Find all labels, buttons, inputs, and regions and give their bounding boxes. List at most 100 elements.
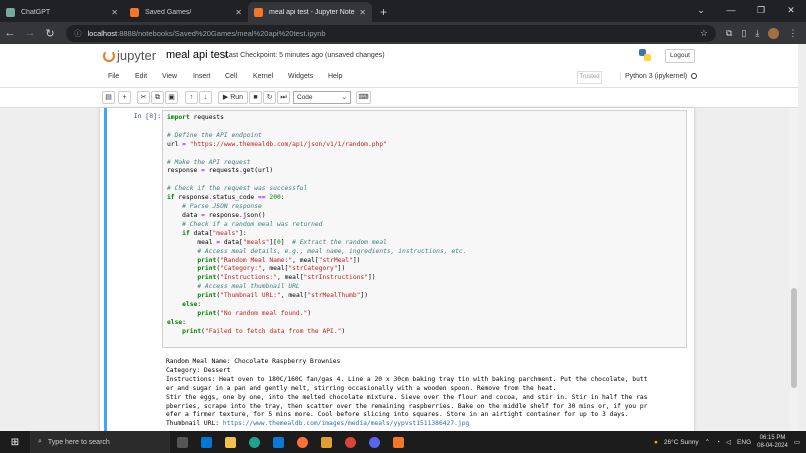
jupyter-page: jupyter meal api test Last Checkpoint: 5… bbox=[0, 44, 806, 431]
chatgpt-favicon-icon bbox=[6, 7, 15, 17]
close-window-icon[interactable]: ✕ bbox=[776, 5, 806, 16]
run-button[interactable]: ▶ Run bbox=[218, 91, 248, 104]
output-line: er and sugar in a pan and gently melt, s… bbox=[166, 384, 557, 392]
python-logo-icon bbox=[639, 49, 651, 61]
menu-cell[interactable]: Cell bbox=[225, 73, 237, 80]
network-icon[interactable]: ◔ bbox=[716, 439, 720, 446]
cell-output: Random Meal Name: Chocolate Raspberry Br… bbox=[162, 356, 687, 431]
downloads-icon[interactable]: ⤓ bbox=[755, 28, 759, 39]
taskbar-search[interactable]: ⌕ Type here to search bbox=[30, 431, 170, 453]
reload-icon[interactable]: ↻ bbox=[40, 27, 60, 40]
command-palette-button[interactable]: ⌨ bbox=[356, 91, 371, 104]
restart-run-all-button[interactable]: ⏭ bbox=[277, 91, 290, 104]
discord-icon[interactable] bbox=[362, 431, 386, 453]
clock[interactable]: 06:15 PM 08-04-2024 bbox=[757, 434, 788, 450]
browser-tab-chatgpt[interactable]: ChatGPT ✕ bbox=[0, 2, 124, 22]
page-scrollbar[interactable] bbox=[790, 108, 798, 431]
url-field[interactable]: ⓘ localhost:8888/notebooks/Saved%20Games… bbox=[66, 24, 716, 42]
minimize-icon[interactable]: — bbox=[716, 5, 746, 15]
code-editor[interactable]: import requests # Define the API endpoin… bbox=[162, 110, 687, 348]
paste-button[interactable]: ▣ bbox=[165, 91, 178, 104]
app-icon[interactable] bbox=[314, 431, 338, 453]
back-icon[interactable]: ← bbox=[0, 27, 20, 39]
tab-title: Saved Games/ bbox=[145, 8, 192, 16]
tab-title: ChatGPT bbox=[21, 8, 51, 16]
trusted-badge[interactable]: Trusted bbox=[577, 71, 602, 84]
browser-tab-strip: ChatGPT ✕ Saved Games/ ✕ meal api test -… bbox=[0, 0, 806, 22]
menu-bar: File Edit View Insert Cell Kernel Widget… bbox=[0, 68, 798, 88]
kernel-indicator: Python 3 (ipykernel) bbox=[620, 73, 698, 80]
volume-icon[interactable]: ◁ bbox=[726, 438, 731, 446]
move-down-button[interactable]: ↓ bbox=[199, 91, 212, 104]
system-tray: ● 26°C Sunny ⌃ ◔ ◁ ENG 06:15 PM 08-04-20… bbox=[654, 431, 806, 453]
move-up-button[interactable]: ↑ bbox=[185, 91, 198, 104]
address-bar-row: ← → ↻ ⓘ localhost:8888/notebooks/Saved%2… bbox=[0, 22, 806, 44]
output-line: efer a firmer texture, for 5 mins more. … bbox=[166, 411, 629, 419]
browser-tab-meal-api-test[interactable]: meal api test - Jupyter Notebo ✕ bbox=[248, 2, 372, 22]
jupyter-app-icon[interactable] bbox=[386, 431, 410, 453]
firefox-icon[interactable] bbox=[290, 431, 314, 453]
jupyter-favicon-icon bbox=[254, 7, 263, 17]
menu-help[interactable]: Help bbox=[328, 73, 342, 80]
jupyter-logo-icon bbox=[103, 49, 115, 62]
notifications-icon[interactable]: ▭ bbox=[794, 438, 800, 446]
jupyter-favicon-icon bbox=[130, 7, 139, 17]
menu-insert[interactable]: Insert bbox=[193, 73, 211, 80]
menu-edit[interactable]: Edit bbox=[135, 73, 147, 80]
site-info-icon[interactable]: ⓘ bbox=[74, 28, 82, 39]
output-line: Stir the eggs, one by one, into the melt… bbox=[166, 393, 648, 401]
task-view-icon[interactable] bbox=[170, 431, 194, 453]
menu-view[interactable]: View bbox=[162, 73, 177, 80]
restart-button[interactable]: ↻ bbox=[263, 91, 276, 104]
interrupt-button[interactable]: ■ bbox=[249, 91, 262, 104]
output-line: Category: Dessert bbox=[166, 366, 231, 374]
sidebar-icon[interactable]: ▯ bbox=[741, 28, 746, 39]
browser-tab-saved-games[interactable]: Saved Games/ ✕ bbox=[124, 2, 248, 22]
save-button[interactable]: ▤ bbox=[102, 91, 115, 104]
output-line: Thumbnail URL: https://www.themealdb.com… bbox=[166, 420, 470, 428]
profile-avatar[interactable] bbox=[768, 27, 780, 39]
cell-prompt: In [8]: bbox=[133, 113, 161, 120]
new-tab-button[interactable]: + bbox=[372, 5, 395, 22]
tray-chevron-icon[interactable]: ⌃ bbox=[705, 438, 710, 446]
cell-type-select[interactable]: Code ⌄ bbox=[293, 91, 351, 104]
extensions-icon[interactable]: ⧉ bbox=[726, 28, 732, 39]
edge-icon[interactable] bbox=[242, 431, 266, 453]
browser-toolbar-icons: ⧉ ▯ ⤓ ⋮ bbox=[726, 27, 797, 39]
menu-file[interactable]: File bbox=[108, 73, 119, 80]
copy-button[interactable]: ⧉ bbox=[151, 91, 164, 104]
chrome-icon[interactable] bbox=[338, 431, 362, 453]
maximize-icon[interactable]: ❐ bbox=[746, 5, 776, 16]
scrollbar-thumb[interactable] bbox=[791, 288, 797, 388]
vscode-icon[interactable] bbox=[266, 431, 290, 453]
cut-button[interactable]: ✂ bbox=[137, 91, 150, 104]
forward-icon[interactable]: → bbox=[20, 27, 40, 39]
menu-kernel[interactable]: Kernel bbox=[253, 73, 273, 80]
tab-title: meal api test - Jupyter Notebo bbox=[269, 8, 356, 16]
chevron-down-icon: ⌄ bbox=[341, 94, 347, 101]
close-tab-icon[interactable]: ✕ bbox=[235, 8, 242, 17]
browser-menu-icon[interactable]: ⋮ bbox=[788, 28, 797, 39]
window-controls: ⌄ — ❐ ✕ bbox=[686, 0, 806, 20]
close-tab-icon[interactable]: ✕ bbox=[111, 8, 118, 17]
weather-text[interactable]: 26°C Sunny bbox=[664, 439, 699, 446]
notebook-name[interactable]: meal api test bbox=[166, 49, 228, 61]
bookmark-star-icon[interactable]: ☆ bbox=[700, 28, 708, 39]
menu-widgets[interactable]: Widgets bbox=[288, 73, 313, 80]
close-tab-icon[interactable]: ✕ bbox=[359, 8, 366, 17]
lang-indicator[interactable]: ENG bbox=[737, 439, 751, 446]
thumbnail-link[interactable]: https://www.themealdb.com/images/media/m… bbox=[223, 420, 469, 427]
url-path: :8888/notebooks/Saved%20Games/meal%20api… bbox=[117, 28, 326, 38]
file-explorer-icon[interactable] bbox=[218, 431, 242, 453]
mail-icon[interactable] bbox=[194, 431, 218, 453]
code-cell[interactable]: In [8]: import requests # Define the API… bbox=[104, 108, 690, 431]
logout-button[interactable]: Logout bbox=[665, 49, 695, 63]
checkpoint-status: Last Checkpoint: 5 minutes ago (unsaved … bbox=[225, 52, 385, 59]
weather-icon[interactable]: ● bbox=[654, 439, 658, 446]
tab-search-icon[interactable]: ⌄ bbox=[686, 5, 716, 16]
jupyter-header: jupyter meal api test Last Checkpoint: 5… bbox=[0, 44, 798, 68]
insert-cell-button[interactable]: + bbox=[118, 91, 131, 104]
windows-start-icon[interactable]: ⊞ bbox=[0, 437, 30, 448]
jupyter-logo[interactable]: jupyter bbox=[103, 48, 156, 63]
output-line: Instructions: Heat oven to 180C/160C fan… bbox=[166, 375, 648, 383]
